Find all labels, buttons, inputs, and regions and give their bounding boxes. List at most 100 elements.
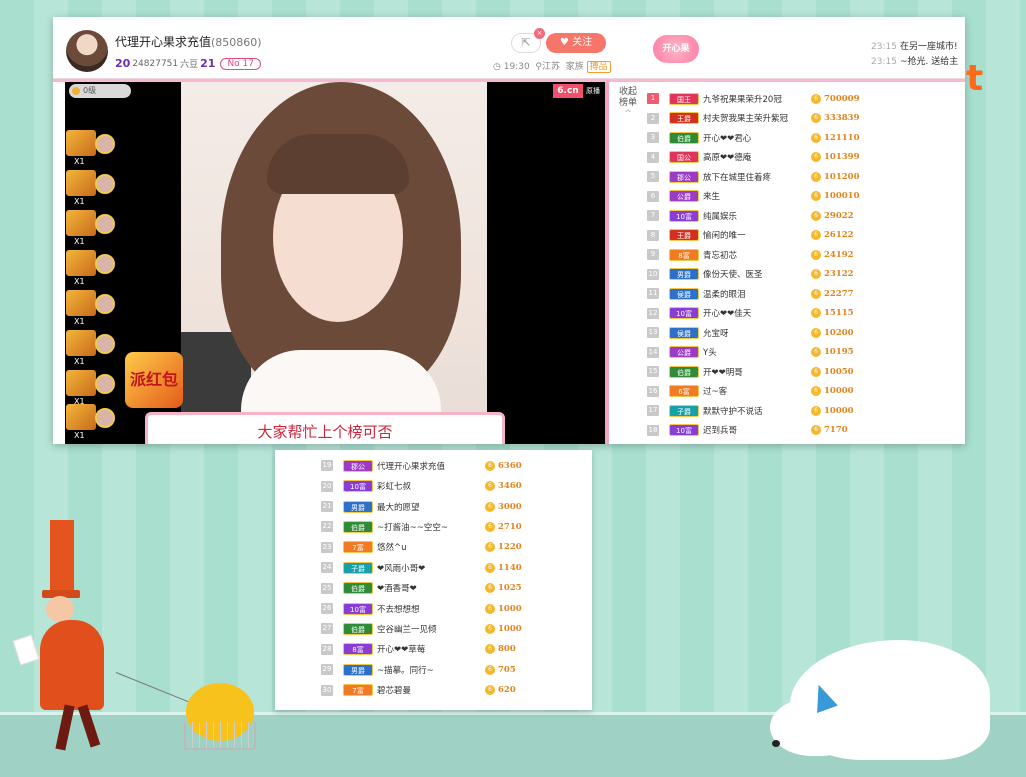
rank-row[interactable]: 13 侯爵 允宝呀 6 10200 bbox=[647, 323, 854, 343]
user-level-badge: 10富 bbox=[669, 209, 699, 222]
rank-row[interactable]: 26 10富 不去想想想 6 1000 bbox=[321, 599, 522, 619]
rank-row[interactable]: 28 8富 开心❤❤草莓 6 800 bbox=[321, 640, 516, 660]
rank-username[interactable]: 像份天使、医圣 bbox=[703, 268, 811, 280]
rank-row[interactable]: 12 10富 开心❤❤佳天 6 15115 bbox=[647, 304, 854, 324]
rank-username[interactable]: ❤风雨小哥❤ bbox=[377, 562, 485, 574]
rank-row[interactable]: 27 伯爵 空谷幽兰一见倾 6 1000 bbox=[321, 619, 522, 639]
rank-username[interactable]: 纯属娱乐 bbox=[703, 210, 811, 222]
rank-score: 1025 bbox=[498, 583, 522, 594]
coin-icon: 6 bbox=[811, 113, 821, 124]
rank-row[interactable]: 15 伯爵 开❤❤明哥 6 10050 bbox=[647, 362, 854, 382]
rank-row[interactable]: 11 侯爵 温柔的眼泪 6 22277 bbox=[647, 284, 854, 304]
rank-row[interactable]: 7 10富 纯属娱乐 6 29022 bbox=[647, 206, 854, 226]
gift-frame-icon bbox=[66, 130, 96, 156]
rank-username[interactable]: 开心❤❤草莓 bbox=[377, 643, 485, 655]
rank-row[interactable]: 9 8富 青忘初芯 6 24192 bbox=[647, 245, 854, 265]
rank-username[interactable]: 碧芯碧曼 bbox=[377, 684, 485, 696]
rank-row[interactable]: 10 男爵 像份天使、医圣 6 23122 bbox=[647, 265, 854, 285]
rank-row[interactable]: 20 10富 彩虹七叔 6 3460 bbox=[321, 476, 522, 496]
hd-badge[interactable]: 原播 bbox=[583, 84, 603, 98]
rank-username[interactable]: 代理开心果求充值 bbox=[377, 460, 485, 472]
rank-username[interactable]: ❤酒香哥❤ bbox=[377, 582, 485, 594]
rank-row[interactable]: 16 6富 过~客 6 10000 bbox=[647, 382, 854, 402]
gift-frame-icon bbox=[66, 404, 96, 430]
rank-username[interactable]: ~描摹。同行~ bbox=[377, 664, 485, 676]
room-header: 代理开心果求充值(850860) 20 24827751 六豆 21 No 17… bbox=[53, 17, 965, 79]
gifter-item[interactable]: X1 bbox=[66, 130, 118, 170]
rank-score: 10195 bbox=[824, 347, 854, 358]
rank-row[interactable]: 6 公爵 来生 6 100010 bbox=[647, 187, 860, 207]
rank-username[interactable]: 村夫贺我果主荣升紫冠 bbox=[703, 112, 811, 124]
room-location: 江苏 bbox=[542, 62, 561, 72]
rank-row[interactable]: 4 国公 高原❤❤德庵 6 101399 bbox=[647, 148, 860, 168]
rank-row[interactable]: 3 伯爵 开心❤❤君心 6 121110 bbox=[647, 128, 860, 148]
rank-row[interactable]: 14 公爵 Y头 6 10195 bbox=[647, 343, 854, 363]
gift-frame-icon bbox=[66, 250, 96, 276]
rank-username[interactable]: 来生 bbox=[703, 190, 811, 202]
rank-username[interactable]: 愉闲的唯一 bbox=[703, 229, 811, 241]
rank-number: 8 bbox=[647, 229, 659, 241]
rank-row[interactable]: 8 王爵 愉闲的唯一 6 26122 bbox=[647, 226, 854, 246]
rank-row[interactable]: 2 王爵 村夫贺我果主荣升紫冠 6 333839 bbox=[647, 109, 860, 129]
rank-row[interactable]: 22 伯爵 ~打酱油~~空空~ 6 2710 bbox=[321, 517, 522, 537]
paper-illustration bbox=[12, 634, 40, 666]
gifter-item[interactable]: X1 bbox=[66, 404, 118, 444]
user-level-badge: 男爵 bbox=[343, 500, 373, 513]
rank-username[interactable]: 开❤❤明哥 bbox=[703, 366, 811, 378]
rank-row[interactable]: 18 10富 迟到兵哥 6 7170 bbox=[647, 421, 848, 441]
anchor-avatar[interactable] bbox=[66, 30, 108, 72]
rank-username[interactable]: 悠然^u bbox=[377, 541, 485, 553]
rank-score: 100010 bbox=[824, 191, 860, 202]
room-id: (850860) bbox=[211, 36, 262, 49]
rank-username[interactable]: 高原❤❤德庵 bbox=[703, 151, 811, 163]
coin-icon: 6 bbox=[811, 191, 821, 202]
rank-row[interactable]: 19 郡公 代理开心果求充值 6 6360 bbox=[321, 456, 522, 476]
rank-username[interactable]: 迟到兵哥 bbox=[703, 424, 811, 436]
family-tag[interactable]: 搏品 bbox=[586, 61, 611, 73]
anchor-name[interactable]: 代理开心果求充值(850860) bbox=[115, 33, 262, 50]
rank-username[interactable]: 温柔的眼泪 bbox=[703, 288, 811, 300]
rank-row[interactable]: 1 国王 九爷祝果果荣升20冠 6 700009 bbox=[647, 89, 860, 109]
rank-username[interactable]: 不去想想想 bbox=[377, 603, 485, 615]
lucky-red-packet-button[interactable]: 派红包 bbox=[125, 352, 183, 408]
rank-username[interactable]: 空谷幽兰一见倾 bbox=[377, 623, 485, 635]
gifter-avatar bbox=[95, 374, 115, 394]
rank-username[interactable]: 最大的愿望 bbox=[377, 501, 485, 513]
rank-row[interactable]: 30 7富 碧芯碧曼 6 620 bbox=[321, 680, 516, 700]
rank-row[interactable]: 5 郡公 放下在城里住着疼 6 101200 bbox=[647, 167, 860, 187]
rank-score: 10000 bbox=[824, 405, 854, 416]
gifter-item[interactable]: X1 bbox=[66, 250, 118, 290]
rank-row[interactable]: 21 男爵 最大的愿望 6 3000 bbox=[321, 497, 522, 517]
rank-username[interactable]: 九爷祝果果荣升20冠 bbox=[703, 93, 811, 105]
coin-icon: 6 bbox=[485, 562, 495, 573]
rank-username[interactable]: 过~客 bbox=[703, 385, 811, 397]
rank-username[interactable]: 青忘初芯 bbox=[703, 249, 811, 261]
video-player[interactable]: 0级 6.cn 原播 X1 X1 X1 X1 X1 X1 X1 X1 派红包 大… bbox=[65, 82, 605, 444]
user-level-badge: 7富 bbox=[343, 541, 373, 554]
coin-icon: 6 bbox=[485, 460, 495, 471]
rank-number: 10 bbox=[647, 268, 659, 280]
follow-button[interactable]: ♥ 关注 bbox=[546, 33, 606, 53]
rank-username[interactable]: ~打酱油~~空空~ bbox=[377, 521, 485, 533]
rank-username[interactable]: 默默守护不说话 bbox=[703, 405, 811, 417]
rank-username[interactable]: 允宝呀 bbox=[703, 327, 811, 339]
guard-logo[interactable]: 开心果 bbox=[653, 35, 699, 63]
rank-username[interactable]: 放下在城里住着疼 bbox=[703, 171, 811, 183]
gifter-item[interactable]: X1 bbox=[66, 210, 118, 250]
rank-username[interactable]: Y头 bbox=[703, 346, 811, 358]
rank-row[interactable]: 24 子爵 ❤风雨小哥❤ 6 1140 bbox=[321, 558, 522, 578]
rank-row[interactable]: 25 伯爵 ❤酒香哥❤ 6 1025 bbox=[321, 578, 522, 598]
gifter-avatar bbox=[95, 408, 115, 428]
gifter-item[interactable]: X1 bbox=[66, 330, 118, 370]
gifter-item[interactable]: X1 bbox=[66, 290, 118, 330]
rank-username[interactable]: 开心❤❤君心 bbox=[703, 132, 811, 144]
rank-collapse-toggle[interactable]: 收起 榜单 ^ bbox=[618, 87, 638, 120]
rank-username[interactable]: 开心❤❤佳天 bbox=[703, 307, 811, 319]
gifter-item[interactable]: X1 bbox=[66, 170, 118, 210]
rank-row[interactable]: 23 7富 悠然^u 6 1220 bbox=[321, 538, 522, 558]
rank-row[interactable]: 17 子爵 默默守护不说话 6 10000 bbox=[647, 401, 854, 421]
rank-row[interactable]: 29 男爵 ~描摹。同行~ 6 705 bbox=[321, 660, 516, 680]
rank-username[interactable]: 彩虹七叔 bbox=[377, 480, 485, 492]
man-hat-illustration bbox=[50, 520, 74, 592]
rank-list-panel: 收起 榜单 ^ 1 国王 九爷祝果果荣升20冠 6 700009 2 王爵 村夫贺我果主荣升紫… bbox=[615, 84, 965, 444]
